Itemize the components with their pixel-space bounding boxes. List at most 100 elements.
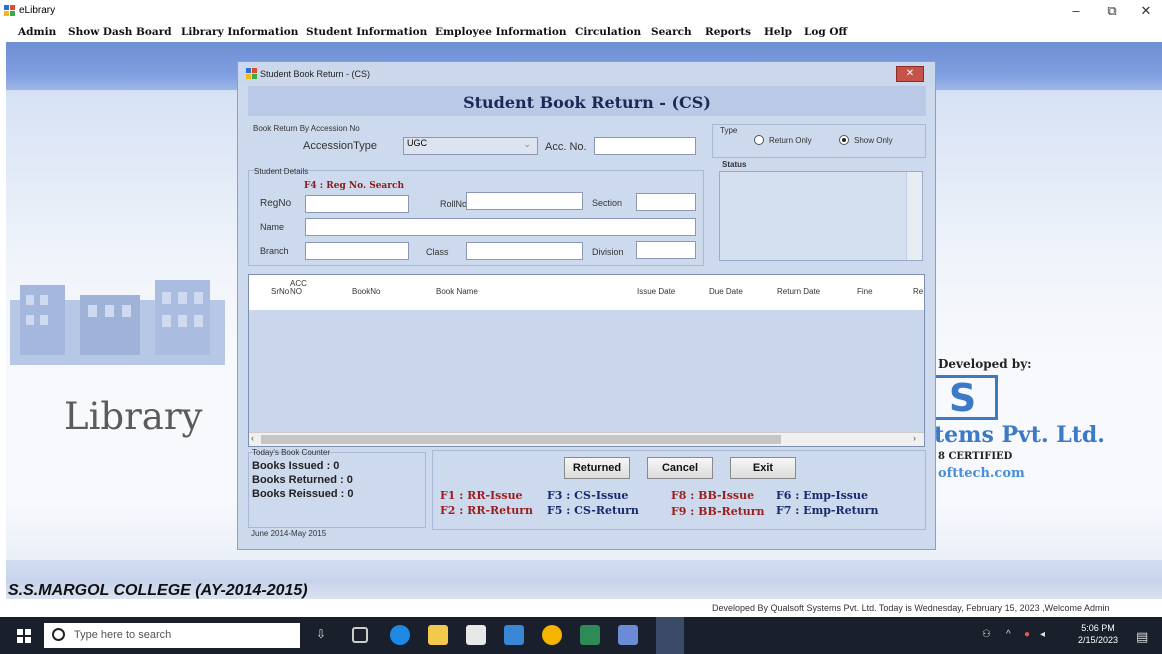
division-input[interactable] [636, 241, 696, 259]
minimize-button[interactable]: – [1068, 3, 1084, 18]
exit-button[interactable]: Exit [730, 457, 796, 479]
chrome-icon[interactable] [542, 625, 562, 645]
menu-employee-information[interactable]: Employee Information [435, 26, 567, 38]
windows-start-icon[interactable] [17, 629, 31, 643]
menu-student-information[interactable]: Student Information [306, 26, 427, 38]
books-reissued: Books Reissued : 0 [252, 488, 354, 500]
reg-search-hint: F4 : Reg No. Search [304, 181, 405, 191]
name-label: Name [260, 222, 285, 232]
books-returned: Books Returned : 0 [252, 474, 353, 486]
regno-input[interactable] [305, 195, 409, 213]
cancel-button[interactable]: Cancel [647, 457, 713, 479]
type-group [712, 124, 926, 158]
menu-log-off[interactable]: Log Off [804, 26, 847, 38]
taskbar-clock[interactable]: 5:06 PM 2/15/2023 [1078, 622, 1118, 646]
accession-type-label: AccessionType [303, 140, 377, 152]
name-input[interactable] [305, 218, 696, 236]
menu-admin[interactable]: Admin [18, 26, 56, 38]
f5-cs-return: F5 : CS-Return [547, 504, 639, 517]
grid-header: SrNo ACC NO BookNo Book Name Issue Date … [249, 275, 924, 310]
app-icon-2[interactable] [618, 625, 638, 645]
notification-icon[interactable]: ▤ [1136, 629, 1148, 645]
file-explorer-icon[interactable] [428, 625, 448, 645]
f1-rr-issue: F1 : RR-Issue [440, 489, 523, 502]
col-re[interactable]: Re [913, 287, 923, 296]
class-input[interactable] [466, 242, 583, 260]
microphone-icon[interactable]: ⇩ [316, 627, 326, 641]
edge-browser-icon[interactable] [390, 625, 410, 645]
developed-by-label: Developed by: [938, 357, 1032, 371]
company-website: ofttech.com [938, 466, 1025, 481]
col-srno[interactable]: SrNo [271, 287, 289, 296]
tray-chevron-up-icon[interactable]: ^ [1006, 629, 1011, 640]
certification-label: 8 CERTIFIED [938, 451, 1013, 462]
dialog-app-icon [246, 68, 257, 79]
col-return-date[interactable]: Return Date [777, 287, 820, 296]
col-due-date[interactable]: Due Date [709, 287, 743, 296]
menu-show-dashboard[interactable]: Show Dash Board [68, 26, 172, 38]
branch-label: Branch [260, 246, 289, 256]
scroll-right-icon[interactable]: › [913, 433, 916, 443]
grid-horizontal-scrollbar[interactable]: ‹ › [249, 432, 924, 446]
regno-label: RegNo [260, 198, 292, 209]
rollno-input[interactable] [466, 192, 583, 210]
status-bar: Developed By Qualsoft Systems Pvt. Ltd. … [0, 599, 1162, 617]
return-only-radio[interactable] [754, 135, 764, 145]
col-issue-date[interactable]: Issue Date [637, 287, 675, 296]
returned-button[interactable]: Returned [564, 457, 630, 479]
return-only-label: Return Only [769, 136, 812, 145]
section-input[interactable] [636, 193, 696, 211]
col-fine[interactable]: Fine [857, 287, 873, 296]
scroll-left-icon[interactable]: ‹ [251, 433, 254, 443]
accession-type-value: UGC [407, 138, 427, 148]
title-bar: eLibrary – ⧉ ✕ [0, 0, 1162, 22]
dialog-heading-band: Student Book Return - (CS) [248, 86, 926, 116]
store-icon[interactable] [466, 625, 486, 645]
window-title: eLibrary [19, 5, 56, 16]
menu-help[interactable]: Help [764, 26, 792, 38]
menu-circulation[interactable]: Circulation [575, 26, 641, 38]
people-icon[interactable]: ⚇ [982, 629, 991, 640]
f7-emp-return: F7 : Emp-Return [776, 504, 879, 517]
maximize-button[interactable]: ⧉ [1104, 3, 1120, 19]
scroll-thumb[interactable] [261, 435, 781, 444]
student-book-return-dialog: Student Book Return - (CS) ✕ Student Boo… [237, 61, 936, 550]
network-icon[interactable]: ● [1024, 629, 1030, 640]
task-view-icon[interactable] [352, 627, 368, 643]
volume-icon[interactable]: ◂ [1040, 629, 1045, 640]
excel-icon[interactable] [580, 625, 600, 645]
menu-library-information[interactable]: Library Information [181, 26, 298, 38]
clock-date: 2/15/2023 [1078, 635, 1119, 645]
company-name: tems Pvt. Ltd. [934, 422, 1105, 448]
clock-time: 5:06 PM [1081, 623, 1115, 633]
session-label: June 2014-May 2015 [251, 529, 327, 538]
dialog-title: Student Book Return - (CS) [260, 69, 371, 79]
status-scrollbar[interactable] [906, 172, 922, 260]
show-only-radio[interactable] [839, 135, 849, 145]
menu-search[interactable]: Search [651, 26, 692, 38]
show-only-label: Show Only [854, 136, 893, 145]
col-acc-no[interactable]: ACC NO [290, 280, 307, 296]
taskbar-search-box[interactable]: Type here to search [44, 623, 300, 648]
acc-no-input[interactable] [594, 137, 696, 155]
branch-input[interactable] [305, 242, 409, 260]
elibrary-taskbar-icon[interactable] [656, 617, 684, 654]
f8-bb-issue: F8 : BB-Issue [671, 489, 755, 502]
col-book-name[interactable]: Book Name [436, 287, 478, 296]
accession-group-label: Book Return By Accession No [253, 124, 360, 133]
student-details-label: Student Details [254, 167, 309, 176]
library-building-image [10, 280, 225, 365]
company-logo: S [930, 375, 998, 420]
f6-emp-issue: F6 : Emp-Issue [776, 489, 868, 502]
division-label: Division [592, 247, 624, 257]
close-button[interactable]: ✕ [1138, 3, 1154, 19]
accession-type-select[interactable]: UGC ⌄ [403, 137, 538, 155]
dialog-heading: Student Book Return - (CS) [463, 93, 711, 112]
col-bookno[interactable]: BookNo [352, 287, 380, 296]
mail-icon[interactable] [504, 625, 524, 645]
dialog-close-button[interactable]: ✕ [896, 66, 924, 82]
menu-reports[interactable]: Reports [705, 26, 751, 38]
dialog-title-bar: Student Book Return - (CS) ✕ [238, 62, 935, 86]
class-label: Class [426, 247, 449, 257]
f3-cs-issue: F3 : CS-Issue [547, 489, 629, 502]
